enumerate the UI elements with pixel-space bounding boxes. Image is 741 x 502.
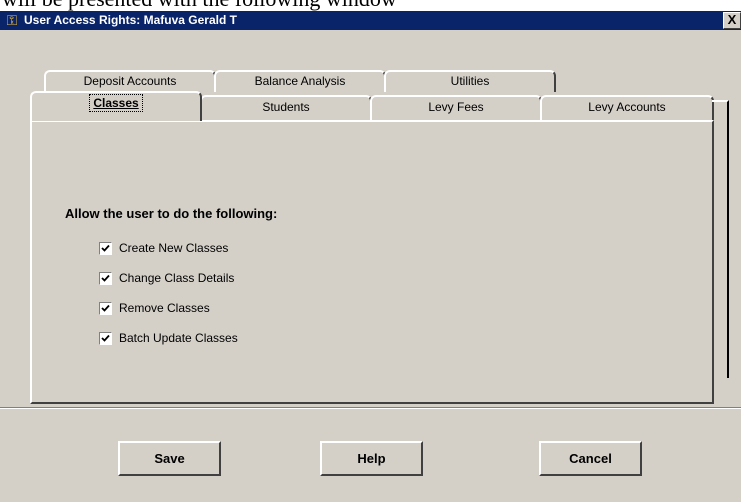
- tab-label: Balance Analysis: [254, 74, 346, 88]
- tab-students[interactable]: Students: [200, 95, 372, 121]
- tab-utilities[interactable]: Utilities: [384, 70, 556, 92]
- checkbox-label: Change Class Details: [119, 271, 235, 285]
- tab-label: Deposit Accounts: [83, 74, 177, 88]
- help-button[interactable]: Help: [320, 441, 423, 476]
- checkmark-icon: [101, 274, 110, 282]
- permissions-heading: Allow the user to do the following:: [65, 206, 278, 221]
- save-button[interactable]: Save: [118, 441, 221, 476]
- tab-stack-edge: [712, 100, 729, 378]
- tab-label: Levy Fees: [428, 100, 484, 114]
- checkbox[interactable]: [99, 242, 112, 255]
- checkbox[interactable]: [99, 332, 112, 345]
- window-title: User Access Rights: Mafuva Gerald T: [24, 13, 237, 27]
- checkbox[interactable]: [99, 272, 112, 285]
- checkmark-icon: [101, 334, 110, 342]
- cancel-button[interactable]: Cancel: [539, 441, 642, 476]
- tab-label: Classes: [89, 94, 143, 112]
- tab-deposit-accounts[interactable]: Deposit Accounts: [44, 70, 216, 92]
- tab-label: Students: [262, 100, 310, 114]
- checkbox-label: Remove Classes: [119, 301, 210, 315]
- keys-icon: ⚿: [6, 12, 18, 28]
- tab-classes[interactable]: Classes: [30, 91, 202, 121]
- tab-levy-accounts[interactable]: Levy Accounts: [540, 95, 714, 121]
- close-button[interactable]: X: [723, 12, 741, 29]
- classes-tab-panel: Allow the user to do the following: Crea…: [30, 120, 714, 404]
- checkbox-label: Batch Update Classes: [119, 331, 238, 345]
- tab-label: Utilities: [450, 74, 490, 88]
- checkmark-icon: [101, 244, 110, 252]
- checkmark-icon: [101, 304, 110, 312]
- checkbox[interactable]: [99, 302, 112, 315]
- tab-label: Levy Accounts: [588, 100, 666, 114]
- checkbox-label: Create New Classes: [119, 241, 229, 255]
- tab-levy-fees[interactable]: Levy Fees: [370, 95, 542, 121]
- user-access-rights-dialog: ⚿ User Access Rights: Mafuva Gerald T X …: [0, 11, 741, 502]
- tab-balance-analysis[interactable]: Balance Analysis: [214, 70, 386, 92]
- divider: [0, 407, 741, 409]
- title-bar: ⚿ User Access Rights: Mafuva Gerald T X: [0, 11, 741, 30]
